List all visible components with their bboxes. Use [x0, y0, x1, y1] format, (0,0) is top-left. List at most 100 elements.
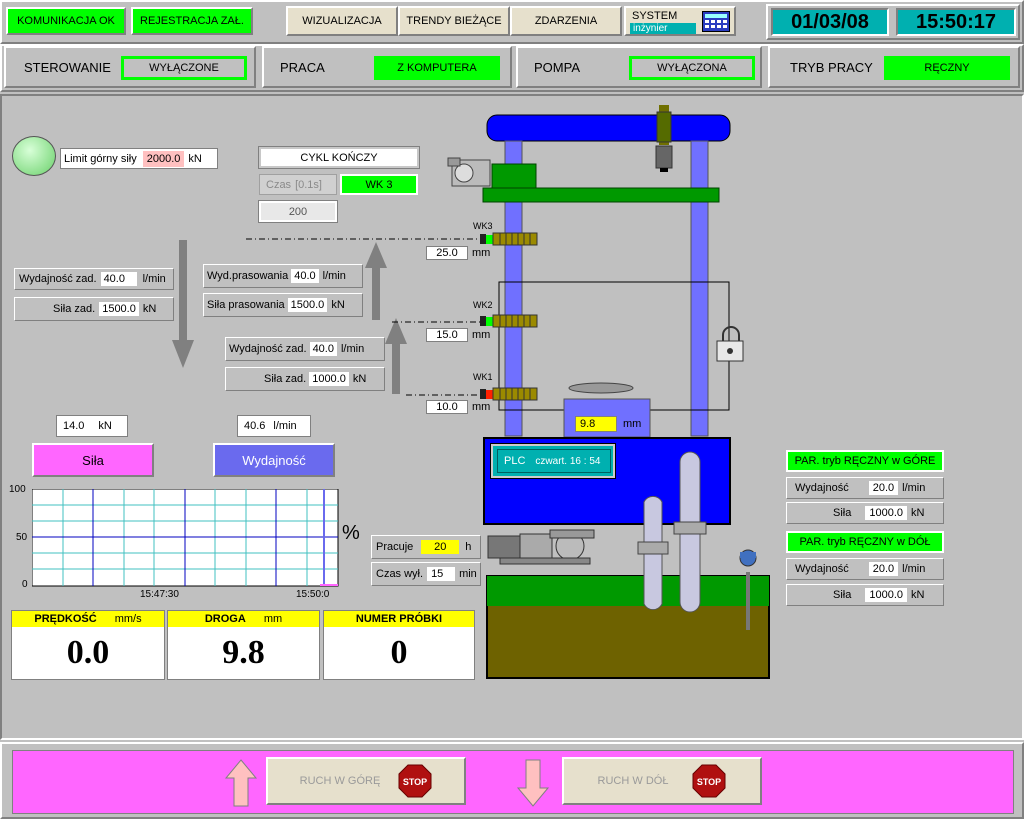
praca-value: Z KOMPUTERA	[374, 56, 500, 80]
sterowanie-label: STEROWANIE	[24, 60, 111, 75]
up-param-wyd-unit: l/min	[902, 482, 926, 494]
up-sila-label: Siła zad.	[264, 373, 307, 385]
move-up-arrow-icon	[224, 759, 258, 807]
wyd-button[interactable]: Wydajność	[213, 443, 335, 477]
press-sila-unit: kN	[331, 299, 345, 311]
nav-system[interactable]: SYSTEM inżynier	[624, 6, 736, 36]
pompa-value: WYŁĄCZONA	[629, 56, 755, 80]
sila-reading: 14.0 kN	[56, 415, 128, 437]
down-param-sila-value[interactable]: 1000.0	[865, 588, 907, 602]
sensor-wk2-label: WK2	[473, 300, 493, 310]
move-down-arrow-icon	[516, 759, 550, 807]
press-wyd-box: Wyd.prasowania 40.0 l/min	[203, 264, 363, 288]
stop-icon-2: STOP	[692, 764, 726, 798]
limit-value: 2000.0	[142, 150, 185, 167]
down-param-wyd: Wydajność 20.0 l/min	[786, 558, 944, 580]
up-param-sila-value[interactable]: 1000.0	[865, 506, 907, 520]
sterowanie-value: WYŁĄCZONE	[121, 56, 247, 80]
left-sila-unit: kN	[142, 303, 157, 315]
speed-unit: mm/s	[114, 613, 142, 625]
left-wyd-unit: l/min	[142, 273, 166, 285]
up-param-wyd-value[interactable]: 20.0	[868, 481, 899, 495]
up-sila-unit: kN	[352, 373, 367, 385]
press-sila-box: Siła prasowania 1500.0 kN	[203, 293, 363, 317]
stop-icon-2-text: STOP	[697, 777, 721, 787]
trend-y-50: 50	[16, 532, 28, 543]
limit-lamp-icon	[12, 136, 56, 176]
cycle-value[interactable]: 200	[258, 200, 338, 223]
distance-value: 9.8	[222, 634, 265, 671]
cycle-czas-label: Czas	[266, 178, 292, 191]
left-sila-value[interactable]: 1500.0	[99, 302, 139, 316]
sensor-wk1-label: WK1	[473, 372, 493, 382]
pump-pracuje: Pracuje 20 h	[371, 535, 481, 559]
down-param-sila: Siła 1000.0 kN	[786, 584, 944, 606]
down-arrow-icon	[172, 240, 194, 368]
up-sila-value[interactable]: 1000.0	[309, 372, 349, 386]
down-param-wyd-value[interactable]: 20.0	[868, 562, 899, 576]
date-display: 01/03/08	[771, 8, 889, 36]
speed-value: 0.0	[66, 634, 110, 671]
move-up-button[interactable]: RUCH W GÓRĘ STOP	[266, 757, 466, 805]
status-recording-label: REJESTRACJA ZAŁ.	[140, 15, 244, 27]
distance-label: DROGA	[204, 613, 246, 625]
plc-label: PLC	[504, 455, 526, 467]
pump-czas: Czas wył. 15 min	[371, 562, 481, 586]
up-param-sila: Siła 1000.0 kN	[786, 502, 944, 524]
time-display: 15:50:17	[896, 8, 1016, 36]
up-wyd-value[interactable]: 40.0	[309, 342, 337, 356]
left-wyd-box: Wydajność zad. 40.0 l/min	[14, 268, 174, 290]
nav-zdarzenia[interactable]: ZDARZENIA	[510, 6, 622, 36]
sila-button[interactable]: Siła	[32, 443, 154, 477]
up-param-sila-unit: kN	[911, 507, 925, 519]
press-wyd-value[interactable]: 40.0	[291, 269, 319, 283]
wyd-reading-unit: l/min	[273, 420, 297, 432]
speed-panel: PRĘDKOŚĆ mm/s 0.0	[11, 610, 165, 680]
tryb-value: RĘCZNY	[884, 56, 1010, 80]
pump-pracuje-value: 20	[421, 540, 460, 554]
limit-unit: kN	[188, 152, 202, 165]
distance-panel: DROGA mm 9.8	[167, 610, 320, 680]
sample-label: NUMER PRÓBKI	[355, 613, 443, 625]
cycle-czas: Czas [0.1s]	[259, 174, 337, 195]
down-param-sila-label: Siła	[833, 589, 852, 601]
stop-icon-text: STOP	[403, 777, 427, 787]
control-panel	[12, 750, 1014, 814]
down-param-wyd-unit: l/min	[902, 563, 926, 575]
calculator-icon	[702, 11, 730, 32]
trend-y-100: 100	[9, 484, 26, 495]
status-communication: KOMUNIKACJA OK	[6, 7, 126, 35]
distance-unit: mm	[263, 613, 283, 625]
down-param-sila-unit: kN	[911, 589, 925, 601]
press-sila-value[interactable]: 1500.0	[287, 298, 328, 312]
sila-reading-value: 14.0	[63, 420, 85, 432]
pump-czas-unit: min	[459, 568, 477, 580]
trend-x-start: 15:47:30	[140, 589, 179, 600]
position-value: 9.8	[575, 416, 617, 432]
pompa-label: POMPA	[534, 60, 580, 75]
position-display: 9.8 mm	[575, 414, 645, 434]
up-wyd-unit: l/min	[340, 343, 365, 355]
position-unit: mm	[623, 418, 642, 430]
cycle-title: CYKL KOŃCZY	[258, 146, 420, 169]
sensor-wk3-label: WK3	[473, 221, 493, 231]
cycle-czas-unit: [0.1s]	[295, 178, 322, 191]
cycle-wk: WK 3	[340, 174, 418, 195]
sample-value: 0	[390, 634, 408, 671]
pump-pracuje-label: Pracuje	[376, 541, 414, 553]
nav-trendy[interactable]: TRENDY BIEŻĄCE	[398, 6, 510, 36]
pump-czas-value[interactable]: 15	[427, 567, 456, 581]
lock-icon	[716, 326, 744, 362]
nav-wizualizacja-label: WIZUALIZACJA	[302, 15, 382, 27]
press-diagram	[447, 105, 770, 679]
tryb-label: TRYB PRACY	[790, 60, 873, 75]
pump-czas-label: Czas wył.	[376, 568, 424, 580]
up-param-wyd-label: Wydajność	[795, 482, 849, 494]
move-up-label: RUCH W GÓRĘ	[299, 775, 381, 787]
move-down-button[interactable]: RUCH W DÓŁ STOP	[562, 757, 762, 805]
trend-chart	[32, 489, 339, 587]
limit-box: Limit górny siły 2000.0 kN	[60, 148, 218, 169]
left-wyd-value[interactable]: 40.0	[100, 272, 137, 286]
nav-wizualizacja[interactable]: WIZUALIZACJA	[286, 6, 398, 36]
stop-icon: STOP	[398, 764, 432, 798]
